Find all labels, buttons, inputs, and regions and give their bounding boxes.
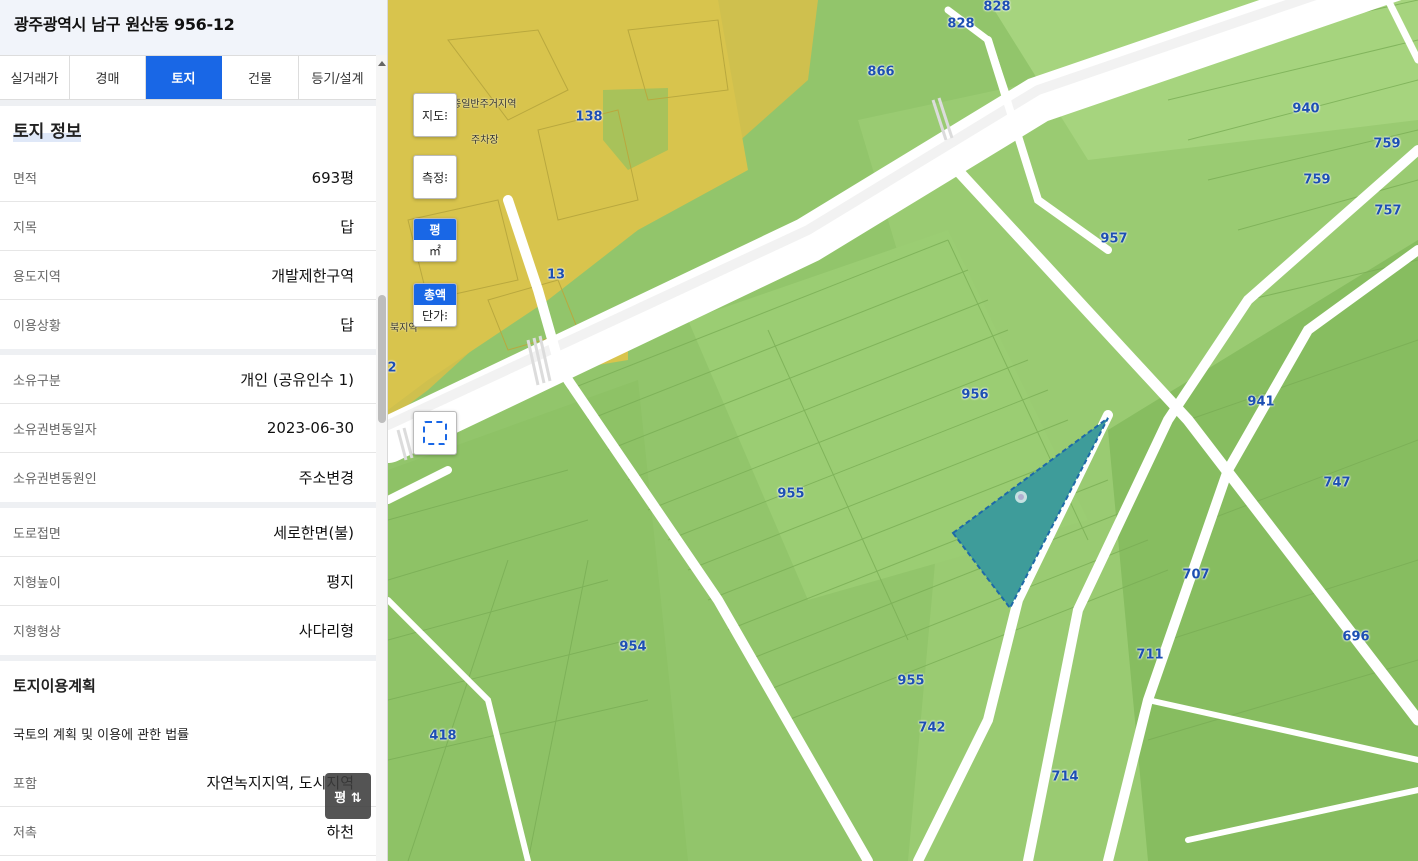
info-row-zoning: 용도지역 개발제한구역 [0, 251, 376, 300]
parcel-label: 707 [1182, 567, 1210, 583]
map-type-button[interactable]: 지도⁝ [414, 94, 456, 136]
parcel-label: 941 [1247, 394, 1275, 410]
parcel-label: 714 [1051, 769, 1079, 785]
info-row-ownership-date: 소유권변동일자 2023-06-30 [0, 404, 376, 453]
parcel-label: 757 [1374, 203, 1402, 219]
dashed-square-icon [423, 421, 447, 445]
parcel-label: 747 [1323, 475, 1351, 491]
address-title: 광주광역시 남구 원산동 956-12 [14, 15, 235, 34]
tab-land[interactable]: 토지 [146, 56, 222, 99]
row-label: 지형높이 [13, 575, 61, 591]
row-value: 주소변경 [298, 469, 354, 487]
row-value: 답 [340, 316, 354, 334]
info-row-terrain-height: 지형높이 평지 [0, 557, 376, 606]
map-canvas [388, 0, 1418, 861]
info-row-usage: 이용상황 답 [0, 300, 376, 349]
measure-control: 측정⁝ [413, 155, 457, 199]
land-use-plan-title: 토지이용계획 [13, 676, 96, 695]
row-value: 사다리형 [298, 622, 354, 640]
parcel-label: 759 [1373, 136, 1401, 152]
row-value: 693평 [311, 168, 354, 187]
zone-label: 종일반주거지역 [452, 99, 517, 110]
scroll-up-icon[interactable] [378, 61, 386, 66]
row-label: 용도지역 [13, 269, 61, 285]
tab-auction[interactable]: 경매 [70, 56, 146, 99]
row-label: 소유권변동일자 [13, 422, 97, 438]
info-row-area: 면적 693평 [0, 153, 376, 202]
parcel-label: 954 [619, 639, 647, 655]
cadastral-map[interactable]: 828 828 866 138 13 940 759 759 757 957 9… [388, 0, 1418, 861]
parcel-label: 711 [1136, 647, 1164, 663]
row-label: 포함 [13, 776, 37, 792]
parcel-label: 418 [429, 728, 457, 744]
parcel-label: 742 [918, 720, 946, 736]
row-value: 평지 [326, 572, 354, 591]
row-value: 개인 (공유인수 1) [240, 370, 354, 389]
scroll-thumb[interactable] [378, 295, 386, 423]
area-select-button[interactable] [413, 411, 457, 455]
tab-bar: 실거래가 경매 토지 건물 등기/설계 [0, 55, 376, 100]
parcel-label: 866 [867, 64, 895, 80]
parking-label: 주차장 [471, 135, 499, 146]
parcel-label: 955 [777, 486, 805, 502]
info-row-terrain-shape: 지형형상 사다리형 [0, 606, 376, 655]
map-type-control: 지도⁝ [413, 93, 457, 137]
parcel-label: 828 [947, 16, 975, 32]
info-row-category: 지목 답 [0, 202, 376, 251]
parcel-label: 955 [897, 673, 925, 689]
parcel-label: 759 [1303, 172, 1331, 188]
parcel-label: 13 [546, 267, 566, 283]
section-title-text: 토지 정보 [13, 117, 82, 142]
price-unit-button[interactable]: 단가⁝ [414, 305, 456, 326]
parcel-label: 138 [575, 109, 603, 125]
parcel-label: 2 [388, 360, 397, 376]
row-label: 면적 [13, 171, 37, 187]
unit-m2-button[interactable]: ㎡ [414, 240, 456, 261]
section-title: 토지 정보 [0, 106, 376, 153]
measure-button[interactable]: 측정⁝ [414, 156, 456, 198]
land-use-plan-law: 국토의 계획 및 이용에 관한 법률 [13, 728, 190, 743]
unit-pyeong-button[interactable]: 평 [414, 219, 456, 240]
unit-control: 평 ㎡ [413, 218, 457, 262]
tab-building[interactable]: 건물 [222, 56, 299, 99]
panel-header: 광주광역시 남구 원산동 956-12 [0, 0, 387, 55]
land-info-panel: 광주광역시 남구 원산동 956-12 실거래가 경매 토지 건물 등기/설계 … [0, 0, 388, 861]
unit-toggle-button[interactable]: 평 ⇅ [325, 773, 371, 819]
row-value: 2023-06-30 [266, 419, 354, 437]
row-label: 소유구분 [13, 373, 61, 389]
row-label: 지형형상 [13, 625, 61, 640]
info-row-ownership-cause: 소유권변동원인 주소변경 [0, 453, 376, 502]
parcel-label: 696 [1342, 629, 1370, 645]
tab-transaction-price[interactable]: 실거래가 [0, 56, 70, 99]
row-label: 지목 [13, 220, 37, 236]
parcel-label: 956 [961, 387, 989, 403]
parcel-label: 957 [1100, 231, 1128, 247]
info-row-included: 포함 자연녹지지역, 도시지역 [0, 758, 376, 807]
panel-scrollbar[interactable] [376, 55, 387, 861]
info-row-ownership-type: 소유구분 개인 (공유인수 1) [0, 355, 376, 404]
row-value: 세로한면(불) [273, 523, 354, 542]
row-label: 이용상황 [13, 319, 61, 334]
parcel-label: 828 [983, 0, 1011, 15]
parcel-label: 940 [1292, 101, 1320, 117]
price-total-button[interactable]: 총액 [414, 284, 456, 305]
row-label: 도로접면 [13, 526, 61, 542]
row-label: 소유권변동원인 [13, 472, 97, 487]
info-row-road-access: 도로접면 세로한면(불) [0, 508, 376, 557]
tab-registry[interactable]: 등기/설계 [299, 56, 376, 99]
panel-content: 토지 정보 면적 693평 지목 답 용도지역 개발제한구역 이용상황 답 소유… [0, 100, 376, 856]
info-row-conflict: 저촉 하천 [0, 807, 376, 856]
price-control: 총액 단가⁝ [413, 283, 457, 327]
row-label: 저촉 [13, 825, 37, 841]
row-value: 하천 [326, 822, 354, 841]
row-value: 답 [340, 217, 354, 236]
row-value: 개발제한구역 [271, 266, 354, 285]
